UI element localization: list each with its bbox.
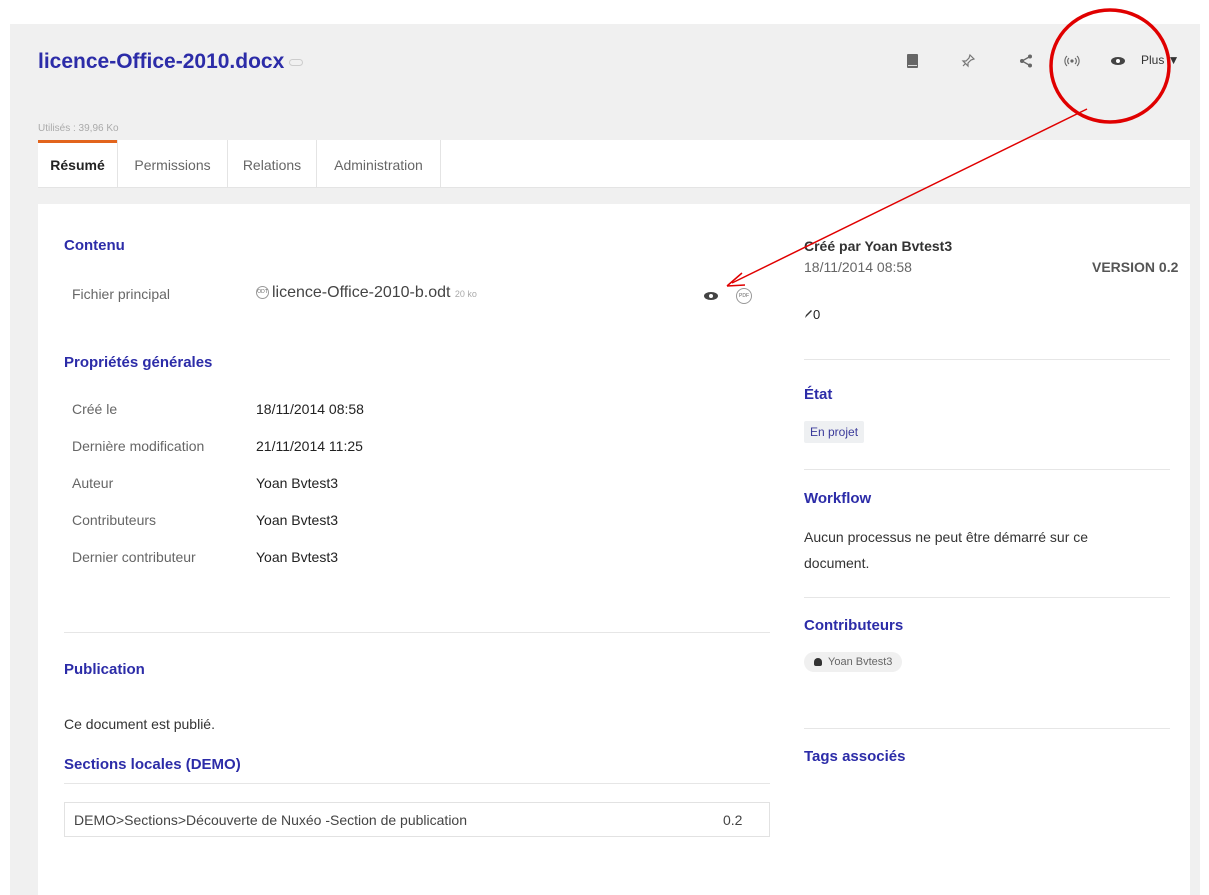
workflow-text: Aucun processus ne peut être démarré sur… [804, 529, 1089, 545]
property-value: Yoan Bvtest3 [256, 549, 338, 565]
property-label: Dernier contributeur [72, 549, 196, 565]
odt-file-icon: ODT [256, 286, 269, 300]
page-title: licence-Office-2010.docx [38, 50, 304, 74]
pdf-icon[interactable]: PDF [736, 288, 752, 304]
created-by: Créé par Yoan Bvtest3 [804, 238, 953, 254]
book-icon[interactable] [903, 52, 921, 70]
divider [64, 783, 770, 784]
eye-icon[interactable] [1109, 52, 1127, 70]
divider [804, 728, 1170, 729]
publication-title: Publication [64, 661, 145, 678]
property-label: Auteur [72, 475, 114, 491]
tags-title: Tags associés [804, 748, 906, 765]
divider [804, 359, 1170, 360]
pin-icon[interactable] [959, 52, 977, 70]
summary-panel: Contenu Fichier principal ODT licence-Off… [38, 204, 1190, 895]
publication-status: Ce document est publié. [64, 716, 215, 732]
pencil-icon [805, 310, 812, 318]
edit-count: 0 [804, 307, 820, 322]
property-label: Contributeurs [72, 512, 157, 528]
tab-administration[interactable]: Administration [317, 140, 441, 188]
sections-table: DEMO>Sections>Découverte de Nuxéo -Secti… [64, 802, 770, 837]
more-menu-button[interactable]: Plus ▼ [1141, 53, 1180, 67]
divider [804, 597, 1170, 598]
state-title: État [804, 386, 833, 403]
file-size: 20 ko [454, 289, 477, 299]
document-tabs: Résumé Permissions Relations Administrat… [38, 140, 1190, 188]
property-value: 21/11/2014 11:25 [256, 438, 363, 454]
preview-eye-icon[interactable] [704, 292, 718, 300]
permalink-icon[interactable] [289, 58, 304, 66]
property-label: Dernière modification [72, 438, 205, 454]
user-icon [814, 658, 822, 666]
property-value: 18/11/2014 08:58 [256, 401, 364, 417]
divider [804, 469, 1170, 470]
divider [64, 632, 770, 633]
storage-usage: Utilisés : 39,96 Ko [38, 123, 119, 134]
version-label: VERSION 0.2 [1092, 259, 1179, 275]
section-path[interactable]: DEMO>Sections>Découverte de Nuxéo -Secti… [74, 812, 467, 828]
contributors-title: Contributeurs [804, 617, 904, 634]
workflow-title: Workflow [804, 490, 872, 507]
main-file-link[interactable]: ODT licence-Office-2010-b.odt 20 ko [256, 284, 477, 302]
file-name: licence-Office-2010-b.odt [272, 284, 451, 301]
content-title: Contenu [64, 237, 125, 254]
tab-resume[interactable]: Résumé [38, 140, 118, 188]
tab-relations[interactable]: Relations [228, 140, 317, 188]
local-sections-title: Sections locales (DEMO) [64, 756, 241, 773]
contributor-chip[interactable]: Yoan Bvtest3 [804, 652, 903, 672]
created-date: 18/11/2014 08:58 [804, 259, 912, 275]
property-label: Créé le [72, 401, 118, 417]
property-value: Yoan Bvtest3 [256, 475, 338, 491]
section-version: 0.2 [723, 812, 743, 828]
property-value: Yoan Bvtest3 [256, 512, 338, 528]
document-title: licence-Office-2010.docx [38, 50, 285, 73]
document-page: licence-Office-2010.docx Plus ▼ Utilisés… [10, 24, 1200, 895]
general-properties-title: Propriétés générales [64, 354, 213, 371]
broadcast-icon[interactable] [1063, 52, 1081, 70]
workflow-text: document. [804, 555, 870, 571]
state-badge: En projet [804, 421, 865, 443]
tab-permissions[interactable]: Permissions [118, 140, 228, 188]
main-file-label: Fichier principal [72, 286, 171, 302]
share-icon[interactable] [1017, 52, 1035, 70]
